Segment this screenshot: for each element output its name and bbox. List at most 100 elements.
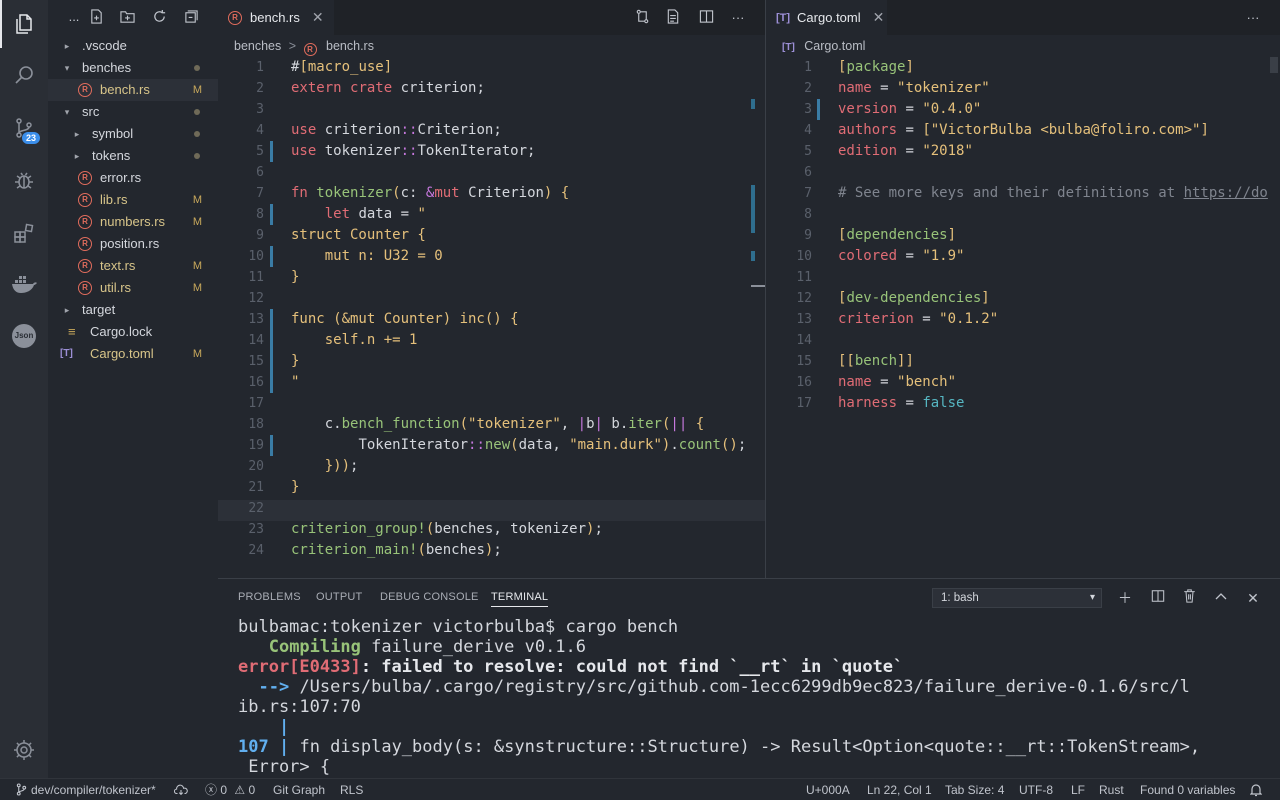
tree-item-lib-rs[interactable]: Rlib.rs M: [48, 189, 218, 211]
line-ending[interactable]: LF: [1071, 779, 1085, 800]
split-editor-icon[interactable]: [697, 9, 715, 27]
code-text: use tokenizer::TokenIterator;: [291, 143, 536, 159]
tab-debug-console[interactable]: DEBUG CONSOLE: [380, 591, 479, 603]
code-line: 15 [[bench]]: [766, 351, 1280, 372]
code-line: 12: [218, 288, 765, 309]
code-area[interactable]: 1 #[macro_use] 2 extern crate criterion; 3 4 u…: [218, 57, 765, 578]
open-preview-icon[interactable]: [664, 9, 682, 27]
more-icon[interactable]: ···: [1244, 9, 1262, 27]
line-number: 15: [248, 354, 264, 369]
split-terminal-icon[interactable]: [1149, 589, 1167, 607]
more-icon[interactable]: ···: [729, 9, 747, 27]
tree-item-label: .vscode: [82, 38, 127, 53]
code-text: func (&mut Counter) inc() {: [291, 311, 519, 327]
tab-terminal[interactable]: TERMINAL: [491, 591, 549, 607]
breadcrumb-file[interactable]: Cargo.toml: [804, 39, 865, 53]
encoding[interactable]: UTF-8: [1019, 779, 1053, 800]
search-icon[interactable]: [0, 51, 48, 99]
rls-indicator[interactable]: RLS: [340, 779, 363, 800]
maximize-panel-icon[interactable]: [1212, 589, 1230, 607]
code-line: 3: [218, 99, 765, 120]
close-panel-icon[interactable]: ✕: [1244, 589, 1262, 607]
code-area[interactable]: 1 [package] 2 name = "tokenizer" 3 version = …: [766, 57, 1280, 578]
tab-problems[interactable]: PROBLEMS: [238, 591, 301, 603]
rust-file-icon: R: [303, 43, 317, 56]
breadcrumb-folder[interactable]: benches: [234, 39, 281, 53]
line-number: 11: [248, 270, 264, 285]
terminal-line: |: [238, 717, 289, 737]
vertical-scrollbar[interactable]: [1270, 57, 1278, 73]
variables-indicator[interactable]: Found 0 variables: [1140, 779, 1235, 800]
trash-icon[interactable]: [1180, 589, 1198, 607]
new-terminal-icon[interactable]: ＋: [1116, 589, 1134, 607]
branch-indicator[interactable]: dev/compiler/tokenizer*: [16, 779, 156, 800]
explorer-icon[interactable]: [0, 0, 48, 48]
tree-item-bench-rs[interactable]: Rbench.rs M: [48, 79, 218, 101]
code-text: harness = false: [838, 395, 965, 411]
tree-item-src[interactable]: ▾ src: [48, 101, 218, 123]
debug-icon[interactable]: [0, 156, 48, 204]
new-file-icon[interactable]: [88, 9, 104, 25]
tree-item-util-rs[interactable]: Rutil.rs M: [48, 277, 218, 299]
code-text: criterion = "0.1.2": [838, 311, 999, 327]
tree-item-label: benches: [82, 60, 132, 75]
tree-item-symbol[interactable]: ▸ symbol: [48, 123, 218, 145]
tree-item-benches[interactable]: ▾ benches: [48, 57, 218, 79]
cloud-sync-icon[interactable]: [173, 779, 188, 800]
editor-cargo-toml[interactable]: [T] Cargo.toml ✕ ··· [T] Cargo.toml 1 [pa…: [766, 0, 1280, 578]
tree-item-text-rs[interactable]: Rtext.rs M: [48, 255, 218, 277]
git-branch-icon: [16, 783, 27, 796]
tree-item-position-rs[interactable]: Rposition.rs: [48, 233, 218, 255]
refresh-icon[interactable]: [151, 9, 167, 25]
char-code[interactable]: U+000A: [806, 779, 850, 800]
tree-item-cargo-lock[interactable]: ≡ Cargo.lock: [48, 321, 218, 343]
new-folder-icon[interactable]: [119, 9, 135, 25]
tree-item-vscode[interactable]: ▸ .vscode: [48, 35, 218, 57]
code-line: 13 func (&mut Counter) inc() {: [218, 309, 765, 330]
more-actions[interactable]: ...: [66, 9, 82, 25]
rust-file-icon: R: [78, 171, 92, 185]
breadcrumb: [T] Cargo.toml: [766, 35, 1280, 57]
explorer-toolbar: ...: [48, 0, 218, 35]
terminal-line: 107 | fn display_body(s: &synstructure::…: [238, 737, 1200, 757]
source-control-icon[interactable]: 23: [0, 104, 48, 152]
collapse-all-icon[interactable]: [183, 9, 199, 25]
code-line: 11: [766, 267, 1280, 288]
tab-size[interactable]: Tab Size: 4: [945, 779, 1004, 800]
cursor-position[interactable]: Ln 22, Col 1: [867, 779, 932, 800]
compiling-word: Compiling: [268, 637, 361, 657]
terminal-select[interactable]: 1: bash ▾: [932, 588, 1102, 608]
tree-item-label: text.rs: [100, 258, 136, 273]
language-mode[interactable]: Rust: [1099, 779, 1124, 800]
extensions-icon[interactable]: [0, 209, 48, 257]
tree-item-cargo-toml[interactable]: [T] Cargo.toml M: [48, 343, 218, 365]
breadcrumb-file[interactable]: bench.rs: [326, 39, 374, 53]
docker-icon[interactable]: [0, 260, 48, 308]
toml-file-icon: [T]: [782, 42, 795, 53]
bell-icon[interactable]: [1249, 779, 1263, 800]
tab-output[interactable]: OUTPUT: [316, 591, 362, 603]
tree-item-label: target: [82, 302, 116, 317]
tree-item-numbers-rs[interactable]: Rnumbers.rs M: [48, 211, 218, 233]
tree-item-error-rs[interactable]: Rerror.rs: [48, 167, 218, 189]
json-icon[interactable]: Json: [0, 312, 48, 360]
code-line: 6: [218, 162, 765, 183]
modified-line-marker: [270, 309, 273, 330]
code-text: criterion_group!(benches, tokenizer);: [291, 521, 603, 537]
tree-item-tokens[interactable]: ▸ tokens: [48, 145, 218, 167]
status-bar: dev/compiler/tokenizer* ⓧ 0 ⚠ 0 Git Grap…: [0, 778, 1280, 800]
line-number: 2: [256, 81, 264, 96]
editor-bench-rs[interactable]: R bench.rs ✕ ··· benches > R bench.rs 1 #…: [218, 0, 765, 578]
git-graph-button[interactable]: Git Graph: [273, 779, 325, 800]
code-text: colored = "1.9": [838, 248, 965, 264]
line-number: 11: [796, 270, 812, 285]
tree-item-label: tokens: [92, 148, 131, 163]
code-line: 8: [766, 204, 1280, 225]
tree-item-target[interactable]: ▸ target: [48, 299, 218, 321]
editor-actions: ···: [766, 9, 1280, 27]
code-line: 10 mut n: U32 = 0: [218, 246, 765, 267]
code-text: extern crate criterion;: [291, 80, 485, 96]
settings-gear-icon[interactable]: [0, 726, 48, 774]
open-changes-icon[interactable]: [633, 9, 651, 27]
problems-indicator[interactable]: ⓧ 0 ⚠ 0: [205, 779, 255, 800]
